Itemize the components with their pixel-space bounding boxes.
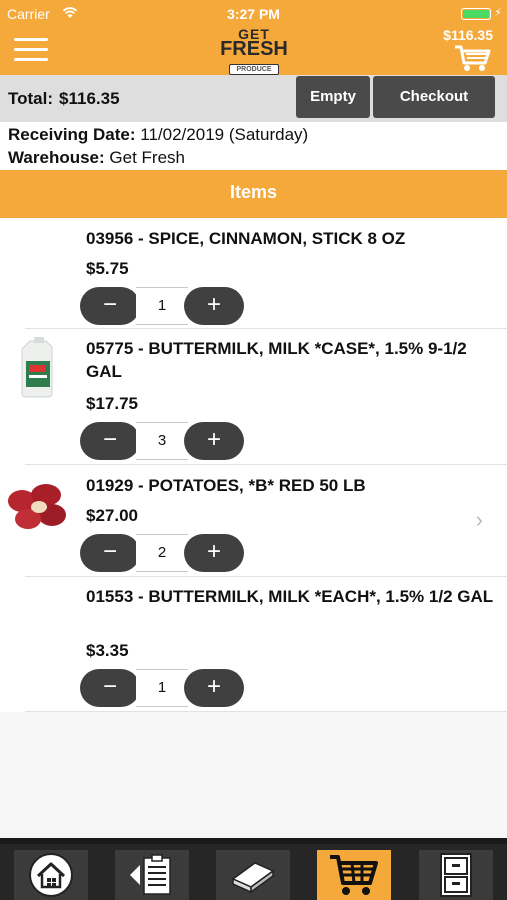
increase-quantity-button[interactable]: +	[184, 669, 244, 707]
order-total: Total: $116.35	[8, 89, 120, 109]
total-value: $116.35	[59, 89, 120, 108]
items-section-header: Items	[0, 170, 507, 218]
checkout-button[interactable]: Checkout	[373, 76, 495, 118]
warehouse-label: Warehouse:	[8, 148, 105, 167]
list-item[interactable]: 05775 - BUTTERMILK, MILK *CASE*, 1.5% 9-…	[0, 329, 507, 465]
decrease-quantity-button[interactable]: −	[80, 534, 140, 572]
receiving-date: Receiving Date: 11/02/2019 (Saturday)	[8, 125, 308, 145]
empty-cart-button[interactable]: Empty	[296, 76, 370, 118]
header-cart-total[interactable]: $116.35	[443, 27, 493, 43]
total-label: Total:	[8, 89, 54, 108]
bottom-tab-bar	[0, 838, 507, 900]
status-bar: Carrier 3:27 PM ⚡	[0, 5, 507, 25]
tab-cart[interactable]	[317, 850, 391, 900]
shopping-cart-icon[interactable]	[453, 43, 493, 73]
logo-line-3: PRODUCE	[229, 64, 279, 75]
order-list-icon	[130, 854, 171, 895]
hamburger-icon[interactable]	[14, 38, 48, 62]
get-fresh-logo: GET FRESH PRODUCE	[214, 27, 294, 75]
item-title: 03956 - SPICE, CINNAMON, STICK 8 OZ	[86, 229, 406, 248]
quantity-stepper: − 3 +	[80, 422, 244, 460]
battery-icon	[461, 8, 491, 20]
decrease-quantity-button[interactable]: −	[80, 287, 140, 325]
top-nav-bar: Carrier 3:27 PM ⚡ GET FRESH PRODUCE $116…	[0, 0, 507, 75]
increase-quantity-button[interactable]: +	[184, 534, 244, 572]
item-title: 01929 - POTATOES, *B* RED 50 LB	[86, 476, 366, 495]
row-divider	[25, 711, 507, 712]
item-price: $27.00	[86, 506, 138, 525]
tab-orders[interactable]	[115, 850, 189, 900]
list-item[interactable]: 03956 - SPICE, CINNAMON, STICK 8 OZ $5.7…	[0, 218, 507, 329]
order-info: Receiving Date: 11/02/2019 (Saturday) Wa…	[0, 122, 507, 170]
home-icon	[29, 853, 73, 897]
warehouse: Warehouse: Get Fresh	[8, 148, 185, 168]
receiving-date-label: Receiving Date:	[8, 125, 136, 144]
quantity-value[interactable]: 1	[136, 669, 188, 707]
quantity-value[interactable]: 3	[136, 422, 188, 460]
tab-home[interactable]	[14, 850, 88, 900]
tab-cabinet[interactable]	[419, 850, 493, 900]
status-time: 3:27 PM	[227, 6, 280, 22]
quantity-value[interactable]: 2	[136, 534, 188, 572]
cabinet-icon	[440, 853, 472, 897]
red-potatoes-image	[6, 481, 68, 531]
item-price: $17.75	[86, 394, 138, 413]
tab-catalog[interactable]	[216, 850, 290, 900]
shopping-cart-icon	[330, 855, 378, 895]
increase-quantity-button[interactable]: +	[184, 287, 244, 325]
warehouse-value: Get Fresh	[109, 148, 185, 167]
item-title: 05775 - BUTTERMILK, MILK *CASE*, 1.5% 9-…	[86, 339, 467, 381]
list-item[interactable]: 01929 - POTATOES, *B* RED 50 LB $27.00 ›…	[0, 465, 507, 577]
quantity-value[interactable]: 1	[136, 287, 188, 325]
decrease-quantity-button[interactable]: −	[80, 422, 140, 460]
cart-item-list: 03956 - SPICE, CINNAMON, STICK 8 OZ $5.7…	[0, 218, 507, 712]
quantity-stepper: − 1 +	[80, 669, 244, 707]
list-item[interactable]: 01553 - BUTTERMILK, MILK *EACH*, 1.5% 1/…	[0, 577, 507, 712]
item-price: $3.35	[86, 641, 129, 660]
item-price: $5.75	[86, 259, 129, 278]
quantity-stepper: − 1 +	[80, 287, 244, 325]
quantity-stepper: − 2 +	[80, 534, 244, 572]
chevron-right-icon[interactable]: ›	[476, 507, 483, 533]
receiving-date-value: 11/02/2019 (Saturday)	[140, 125, 309, 144]
decrease-quantity-button[interactable]: −	[80, 669, 140, 707]
logo-line-2: FRESH	[220, 38, 288, 60]
milk-jug-image	[12, 335, 66, 399]
item-title: 01553 - BUTTERMILK, MILK *EACH*, 1.5% 1/…	[86, 587, 494, 606]
catalog-book-icon	[231, 862, 275, 894]
increase-quantity-button[interactable]: +	[184, 422, 244, 460]
charging-icon: ⚡	[494, 7, 502, 19]
